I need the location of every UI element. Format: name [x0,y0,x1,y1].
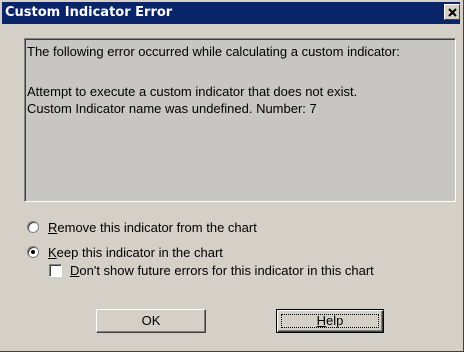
ok-button[interactable]: OK [96,309,206,333]
remove-indicator-radio[interactable] [27,221,39,233]
dont-show-errors-checkbox[interactable] [49,263,62,277]
error-name-text: Custom Indicator name was undefined. Num… [27,101,317,116]
help-button-label: Help [316,313,344,328]
keep-indicator-option[interactable]: Keep this indicator in the chart [27,243,223,261]
error-message-panel: The following error occurred while calcu… [24,38,456,202]
remove-indicator-label: Remove this indicator from the chart [48,219,257,235]
ok-button-label: OK [141,313,161,328]
keep-indicator-radio[interactable] [27,246,39,258]
title-bar[interactable]: Custom Indicator Error [2,2,460,24]
help-button[interactable]: Help [276,309,384,333]
dont-show-errors-label: Don't show future errors for this indica… [70,262,374,278]
error-dialog: Custom Indicator Error The following err… [0,0,464,352]
dialog-title: Custom Indicator Error [5,5,173,20]
close-button[interactable] [444,4,460,20]
remove-indicator-option[interactable]: Remove this indicator from the chart [27,218,257,236]
close-icon [448,8,457,17]
dont-show-errors-option[interactable]: Don't show future errors for this indica… [49,261,374,279]
error-intro-text: The following error occurred while calcu… [27,44,400,59]
keep-indicator-label: Keep this indicator in the chart [48,244,223,260]
error-detail-text: Attempt to execute a custom indicator th… [27,84,358,99]
